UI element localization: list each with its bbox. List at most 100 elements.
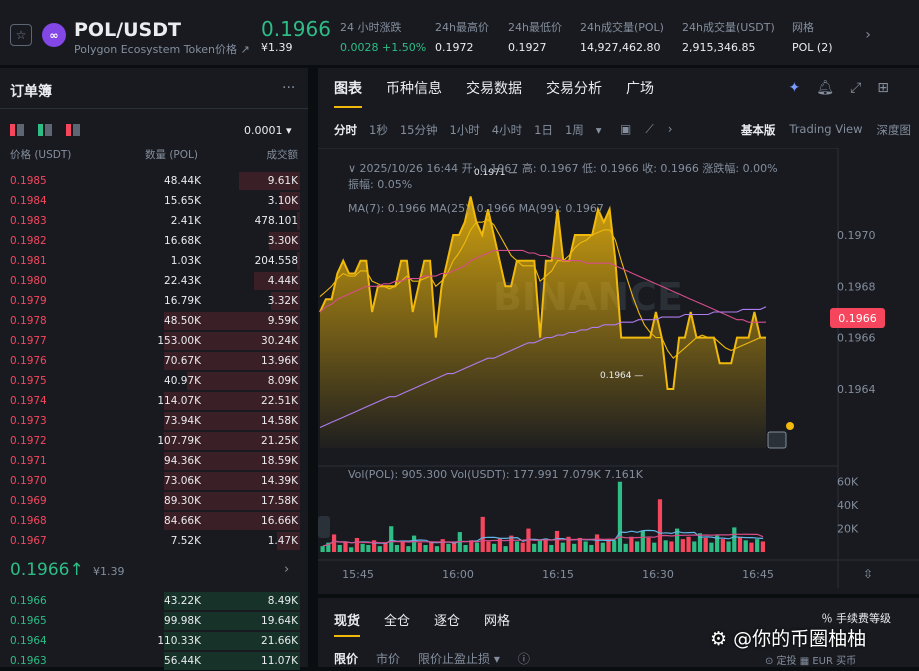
interval-option[interactable]: ▾ <box>596 123 602 137</box>
tick-size-select[interactable]: 0.0001 ▾ <box>244 124 292 137</box>
interval-option[interactable]: 分时 <box>334 122 357 138</box>
volume-ma-25 <box>322 533 764 547</box>
asks-row[interactable]: 0.1984 15.65K 3.10K <box>0 191 300 211</box>
asks-row[interactable]: 0.1980 22.43K 4.44K <box>0 271 300 291</box>
chart-view-toggle: 基本版 Trading View 深度图 <box>741 122 911 138</box>
view-option[interactable]: Trading View <box>789 122 862 138</box>
order-type-tabs: 限价 市价 限价止盈止损 ▾ ⓘ <box>334 650 530 667</box>
asks-row[interactable]: 0.1973 73.94K 14.58K <box>0 411 300 431</box>
order-type-tab[interactable]: 限价 <box>334 650 358 667</box>
view-option[interactable]: 基本版 <box>741 122 776 138</box>
row-qty: 70.67K <box>164 355 201 367</box>
interval-toolbar: 分时 1秒 15分钟 1小时 4小时 1日 1周 ▾ <box>334 122 602 138</box>
calendar-icon[interactable]: ▣ <box>620 122 631 137</box>
volume-bar <box>543 539 548 552</box>
asks-row[interactable]: 0.1977 153.00K 30.24K <box>0 331 300 351</box>
chevron-right-icon[interactable]: › <box>854 22 882 48</box>
pair-subtitle[interactable]: Polygon Ecosystem Token价格 ↗ <box>74 41 250 57</box>
stat-value: 0.0028 +1.50% <box>340 41 427 54</box>
volume-bar <box>703 537 708 552</box>
volume-bar <box>749 542 754 552</box>
tab-2[interactable]: 交易数据 <box>466 78 522 108</box>
row-total: 21.25K <box>261 435 298 447</box>
favorite-star-icon[interactable]: ☆ <box>10 24 32 46</box>
interval-option[interactable]: 1日 <box>534 122 553 138</box>
asks-row[interactable]: 0.1976 70.67K 13.96K <box>0 351 300 371</box>
asks-row[interactable]: 0.1983 2.41K 478.101 <box>0 211 300 231</box>
row-qty: 114.07K <box>157 395 201 407</box>
mid-market-price: 0.1966↑ <box>10 560 84 580</box>
interval-option[interactable]: 4小时 <box>492 122 522 138</box>
row-price: 0.1976 <box>10 355 47 367</box>
chevron-right-icon[interactable]: › <box>284 562 289 577</box>
interval-option[interactable]: 15分钟 <box>400 122 438 138</box>
volume-bar <box>732 527 737 552</box>
quick-actions[interactable]: ⊙ 定投 ▦ EUR 买币 <box>765 652 856 667</box>
row-qty: 1.03K <box>170 255 201 267</box>
stat-value: 0.1927 <box>508 41 547 54</box>
row-price: 0.1983 <box>10 215 47 227</box>
view-option[interactable]: 深度图 <box>877 122 912 138</box>
tab-4[interactable]: 广场 <box>626 78 654 108</box>
row-total: 3.10K <box>267 195 298 207</box>
bids-only-view-icon[interactable] <box>38 124 52 136</box>
trade-tab[interactable]: 现货 <box>334 610 361 637</box>
interval-option[interactable]: 1秒 <box>369 122 388 138</box>
row-qty: 15.65K <box>164 195 201 207</box>
tab-0[interactable]: 图表 <box>334 78 362 108</box>
row-total: 9.61K <box>267 175 298 187</box>
volume-bar <box>549 544 554 552</box>
info-icon[interactable]: ⓘ <box>518 650 530 667</box>
trade-tab[interactable]: 全仓 <box>384 610 410 637</box>
more-menu-icon[interactable]: ··· <box>282 80 295 96</box>
volume-ma-7 <box>322 529 764 547</box>
stat-value[interactable]: POL (2) <box>792 41 833 54</box>
asks-row[interactable]: 0.1981 1.03K 204.558 <box>0 251 300 271</box>
asks-row[interactable]: 0.1968 84.66K 16.66K <box>0 511 300 531</box>
asks-row[interactable]: 0.1967 7.52K 1.47K <box>0 531 300 551</box>
asks-row[interactable]: 0.1975 40.97K 8.09K <box>0 371 300 391</box>
pair-symbol[interactable]: POL/USDT <box>74 19 181 41</box>
bids-row[interactable]: 0.1966 43.22K 8.49K <box>0 591 300 611</box>
last-price-fiat: ¥1.39 <box>261 41 293 54</box>
asks-row[interactable]: 0.1978 48.50K 9.59K <box>0 311 300 331</box>
trade-tab[interactable]: 逐仓 <box>434 610 460 637</box>
asks-row[interactable]: 0.1972 107.79K 21.25K <box>0 431 300 451</box>
both-sides-view-icon[interactable] <box>10 124 24 136</box>
grid-layout-icon[interactable]: ⊞ <box>877 80 889 96</box>
asks-row[interactable]: 0.1969 89.30K 17.58K <box>0 491 300 511</box>
row-total: 18.59K <box>261 455 298 467</box>
order-type-tab[interactable]: 市价 <box>376 650 400 667</box>
asks-row[interactable]: 0.1982 16.68K 3.30K <box>0 231 300 251</box>
ai-sparkle-icon[interactable]: ✦ <box>789 80 801 96</box>
stat-label: 网格 <box>792 21 814 34</box>
bids-row[interactable]: 0.1964 110.33K 21.66K <box>0 631 300 651</box>
asks-row[interactable]: 0.1970 73.06K 14.39K <box>0 471 300 491</box>
row-qty: 7.52K <box>170 535 201 547</box>
indicator-icon[interactable]: ⟋ <box>645 122 653 137</box>
volume-bar <box>646 537 651 552</box>
asks-only-view-icon[interactable] <box>66 124 80 136</box>
interval-option[interactable]: 1小时 <box>449 122 479 138</box>
bids-row[interactable]: 0.1965 99.98K 19.64K <box>0 611 300 631</box>
asks-row[interactable]: 0.1979 16.79K 3.32K <box>0 291 300 311</box>
row-qty: 22.43K <box>164 275 201 287</box>
interval-option[interactable]: 1周 <box>565 122 584 138</box>
bell-icon[interactable]: 🔔︎ <box>816 80 834 96</box>
volume-bar <box>755 539 760 552</box>
volume-bar <box>560 542 565 552</box>
volume-bar <box>612 540 617 552</box>
order-type-tab[interactable]: 限价止盈止损 ▾ <box>418 650 500 667</box>
expand-icon[interactable]: ⤢ <box>850 80 861 96</box>
tab-1[interactable]: 币种信息 <box>386 78 442 108</box>
asks-row[interactable]: 0.1971 94.36K 18.59K <box>0 451 300 471</box>
asks-row[interactable]: 0.1974 114.07K 22.51K <box>0 391 300 411</box>
tab-3[interactable]: 交易分析 <box>546 78 602 108</box>
asks-row[interactable]: 0.1985 48.44K 9.61K <box>0 171 300 191</box>
bids-row[interactable]: 0.1963 56.44K 11.07K <box>0 651 300 671</box>
row-qty: 48.50K <box>164 315 201 327</box>
current-price-tag: 0.1966 <box>830 308 885 328</box>
low-label: 0.1964 — <box>600 371 643 381</box>
chevron-right-icon[interactable]: › <box>668 122 673 137</box>
trade-tab[interactable]: 网格 <box>484 610 510 637</box>
